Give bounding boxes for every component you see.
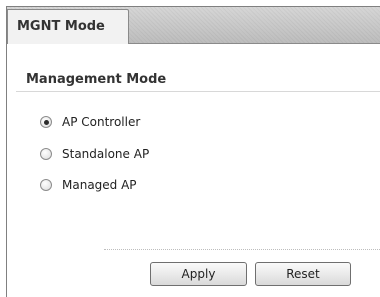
radio-option-ap-controller[interactable]: AP Controller: [40, 114, 140, 130]
radio-label: Standalone AP: [62, 147, 150, 161]
radio-label: AP Controller: [62, 115, 141, 129]
reset-button[interactable]: Reset: [255, 262, 351, 286]
tab-label: MGNT Mode: [17, 19, 105, 34]
tab-mgnt-mode[interactable]: MGNT Mode: [7, 9, 129, 44]
radio-button[interactable]: [40, 148, 52, 160]
apply-button[interactable]: Apply: [150, 262, 247, 286]
section-title: Management Mode: [26, 72, 167, 87]
radio-button[interactable]: [40, 116, 52, 128]
footer-divider: [104, 249, 380, 250]
radio-button[interactable]: [40, 179, 52, 191]
radio-label: Managed AP: [62, 178, 137, 192]
radio-option-managed-ap[interactable]: Managed AP: [40, 177, 137, 193]
section-divider: [16, 91, 380, 92]
radio-option-standalone-ap[interactable]: Standalone AP: [40, 146, 149, 162]
